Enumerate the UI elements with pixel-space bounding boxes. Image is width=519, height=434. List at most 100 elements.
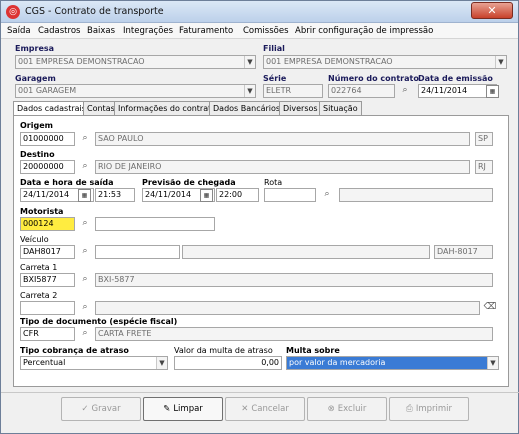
empresa-value: 001 EMPRESA DEMONSTRACAO bbox=[18, 57, 145, 66]
carreta1-code-field[interactable]: BXI5877 bbox=[20, 273, 75, 287]
empresa-combo[interactable]: 001 EMPRESA DEMONSTRACAO ▼ bbox=[15, 55, 256, 69]
serie-label: Série bbox=[263, 74, 287, 83]
button-bar-divider bbox=[1, 392, 519, 393]
multa-sobre-value: por valor da mercadoria bbox=[289, 358, 386, 367]
filial-label: Filial bbox=[263, 44, 285, 53]
garagem-value: 001 GARAGEM bbox=[18, 86, 77, 95]
dropdown-arrow-icon[interactable]: ▼ bbox=[244, 56, 255, 68]
binoculars-icon[interactable]: ⌕ bbox=[77, 160, 93, 174]
carreta2-label: Carreta 2 bbox=[20, 291, 58, 300]
binoculars-icon[interactable]: ⌕ bbox=[77, 301, 93, 315]
veiculo-label: Veículo bbox=[20, 235, 49, 244]
origem-code-field[interactable]: 01000000 bbox=[20, 132, 75, 146]
carreta1-label: Carreta 1 bbox=[20, 263, 58, 272]
saida-label: Data e hora de saída bbox=[20, 178, 114, 187]
veiculo-code-field[interactable]: DAH8017 bbox=[20, 245, 75, 259]
dropdown-arrow-icon[interactable]: ▼ bbox=[156, 357, 167, 369]
multa-value-field[interactable]: 0,00 bbox=[174, 356, 282, 370]
printer-icon: ⎙ bbox=[406, 404, 413, 414]
tab-informacoes-contrato[interactable]: Informações do contrato bbox=[114, 101, 221, 115]
dropdown-arrow-icon[interactable]: ▼ bbox=[244, 85, 255, 97]
checkmark-icon: ✓ bbox=[81, 404, 89, 414]
binoculars-icon[interactable]: ⌕ bbox=[77, 327, 93, 341]
gravar-button[interactable]: ✓ Gravar bbox=[61, 397, 141, 421]
cancel-x-icon: ✕ bbox=[241, 404, 249, 414]
veiculo-name-field[interactable] bbox=[95, 245, 180, 259]
rota-name-field bbox=[339, 188, 493, 202]
numero-contrato-label: Número do contrato bbox=[328, 74, 419, 83]
gravar-label: Gravar bbox=[91, 404, 121, 414]
destino-label: Destino bbox=[20, 150, 55, 159]
chegada-label: Previsão de chegada bbox=[142, 178, 236, 187]
cobranca-value: Percentual bbox=[23, 358, 66, 367]
saida-time-field[interactable]: 21:53 bbox=[95, 188, 135, 202]
close-button[interactable]: ✕ bbox=[471, 2, 513, 19]
menu-baixas[interactable]: Baixas bbox=[87, 26, 115, 36]
app-icon: ◎ bbox=[6, 5, 20, 19]
tipodoc-code-field[interactable]: CFR bbox=[20, 327, 75, 341]
multa-sobre-combo[interactable]: por valor da mercadoria ▼ bbox=[286, 356, 499, 370]
garagem-label: Garagem bbox=[15, 74, 56, 83]
menu-abrir-config[interactable]: Abrir configuração de impressão bbox=[295, 26, 433, 36]
carreta1-name-field: BXI-5877 bbox=[95, 273, 493, 287]
menu-bar: Saída Cadastros Baixas Integrações Fatur… bbox=[1, 23, 518, 39]
binoculars-icon[interactable]: ⌕ bbox=[397, 84, 413, 98]
veiculo-plate-field: DAH-8017 bbox=[434, 245, 493, 259]
destino-code-field[interactable]: 20000000 bbox=[20, 160, 75, 174]
delete-icon: ⊗ bbox=[327, 404, 335, 414]
carreta2-code-field[interactable] bbox=[20, 301, 75, 315]
imprimir-button[interactable]: ⎙ Imprimir bbox=[389, 397, 469, 421]
garagem-combo[interactable]: 001 GARAGEM ▼ bbox=[15, 84, 256, 98]
chegada-time-field[interactable]: 22:00 bbox=[216, 188, 259, 202]
origem-name-field: SAO PAULO bbox=[95, 132, 470, 146]
broom-icon: ✎ bbox=[163, 404, 171, 414]
filial-value: 001 EMPRESA DEMONSTRACAO bbox=[266, 57, 393, 66]
title-bar: ◎ CGS - Contrato de transporte ✕ bbox=[1, 1, 518, 23]
dropdown-arrow-icon[interactable]: ▼ bbox=[487, 357, 498, 369]
cobranca-label: Tipo cobrança de atraso bbox=[20, 346, 129, 355]
serie-field[interactable]: ELETR bbox=[263, 84, 323, 98]
binoculars-icon[interactable]: ⌕ bbox=[77, 273, 93, 287]
binoculars-icon[interactable]: ⌕ bbox=[77, 245, 93, 259]
excluir-button[interactable]: ⊗ Excluir bbox=[307, 397, 387, 421]
tab-dados-bancarios[interactable]: Dados Bancários bbox=[209, 101, 285, 115]
binoculars-icon[interactable]: ⌕ bbox=[77, 132, 93, 146]
menu-cadastros[interactable]: Cadastros bbox=[38, 26, 80, 36]
cancelar-label: Cancelar bbox=[251, 404, 289, 414]
limpar-label: Limpar bbox=[173, 404, 203, 414]
eraser-icon[interactable]: ⌫ bbox=[482, 301, 498, 315]
numero-contrato-field[interactable]: 022764 bbox=[328, 84, 395, 98]
excluir-label: Excluir bbox=[337, 404, 367, 414]
menu-comissoes[interactable]: Comissões bbox=[243, 26, 289, 36]
cobranca-combo[interactable]: Percentual ▼ bbox=[20, 356, 168, 370]
menu-integracoes[interactable]: Integrações bbox=[123, 26, 173, 36]
tab-dados-cadastrais[interactable]: Dados cadastrais bbox=[13, 101, 90, 116]
menu-saida[interactable]: Saída bbox=[7, 26, 31, 36]
menu-faturamento[interactable]: Faturamento bbox=[179, 26, 233, 36]
origem-label: Origem bbox=[20, 121, 53, 130]
data-emissao-label: Data de emissão bbox=[418, 74, 493, 83]
rota-label: Rota bbox=[264, 178, 283, 187]
imprimir-label: Imprimir bbox=[415, 404, 452, 414]
calendar-icon[interactable]: ▦ bbox=[200, 189, 213, 202]
binoculars-icon[interactable]: ⌕ bbox=[77, 217, 93, 231]
carreta2-name-field bbox=[95, 301, 480, 315]
tipodoc-label: Tipo de documento (espécie fiscal) bbox=[20, 317, 178, 326]
dropdown-arrow-icon[interactable]: ▼ bbox=[495, 56, 506, 68]
filial-combo[interactable]: 001 EMPRESA DEMONSTRACAO ▼ bbox=[263, 55, 507, 69]
destino-uf-field: RJ bbox=[475, 160, 493, 174]
calendar-icon[interactable]: ▦ bbox=[78, 189, 91, 202]
cancelar-button[interactable]: ✕ Cancelar bbox=[225, 397, 305, 421]
calendar-icon[interactable]: ▦ bbox=[486, 85, 499, 98]
motorista-code-field[interactable]: 000124 bbox=[20, 217, 75, 231]
multa-label: Valor da multa de atraso bbox=[174, 346, 273, 355]
rota-field[interactable] bbox=[264, 188, 316, 202]
window-title: CGS - Contrato de transporte bbox=[25, 6, 164, 17]
tab-diversos[interactable]: Diversos bbox=[279, 101, 322, 115]
binoculars-icon[interactable]: ⌕ bbox=[319, 188, 335, 202]
multa-sobre-label: Multa sobre bbox=[286, 346, 340, 355]
motorista-name-field[interactable] bbox=[95, 217, 215, 231]
limpar-button[interactable]: ✎ Limpar bbox=[143, 397, 223, 421]
button-bar: ✓ Gravar ✎ Limpar ✕ Cancelar ⊗ Excluir ⎙ Impr… bbox=[51, 397, 471, 423]
tab-situacao[interactable]: Situação bbox=[319, 101, 362, 115]
